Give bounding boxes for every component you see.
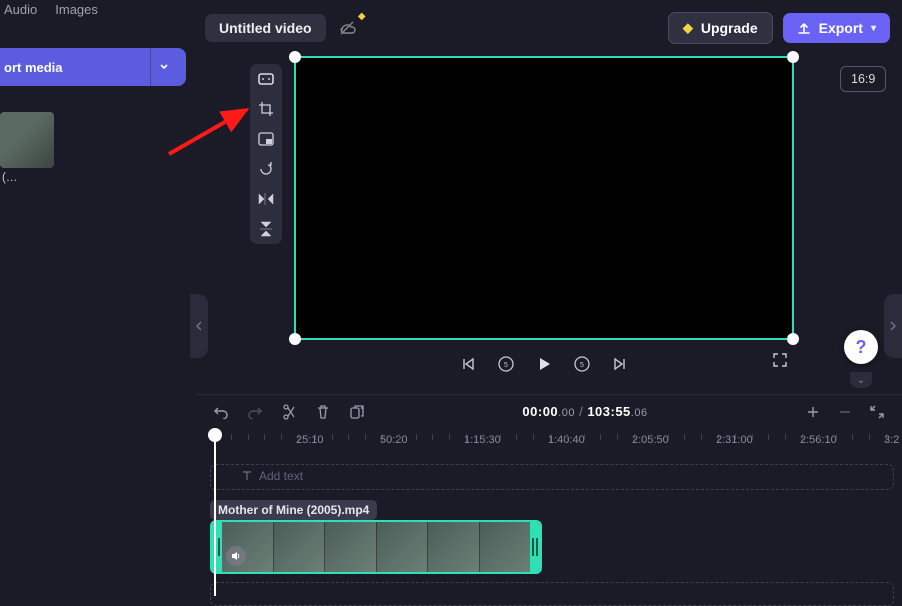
chevron-down-icon: ▾: [871, 23, 876, 34]
fit-icon[interactable]: [257, 70, 275, 88]
upgrade-label: Upgrade: [701, 20, 758, 36]
crop-icon[interactable]: [257, 100, 275, 118]
zoom-minus-icon[interactable]: [836, 403, 854, 421]
tab-audio[interactable]: Audio: [4, 2, 37, 30]
aspect-ratio-selector[interactable]: 16:9: [840, 66, 886, 92]
back-5s-icon[interactable]: 5: [496, 354, 516, 374]
clip-trim-right[interactable]: [530, 522, 540, 572]
fullscreen-icon[interactable]: [770, 350, 790, 370]
skip-start-icon[interactable]: [458, 354, 478, 374]
video-clip[interactable]: Mother of Mine (2005).mp4: [210, 500, 542, 576]
text-icon: [241, 470, 253, 482]
import-media-caret[interactable]: [150, 48, 176, 86]
clip-thumbnails: [222, 522, 530, 572]
skip-end-icon[interactable]: [610, 354, 630, 374]
collapse-right-panel[interactable]: [884, 294, 902, 358]
timeline-toolbar: 00:00.00 / 103:55.06: [196, 394, 902, 428]
export-button[interactable]: Export ▾: [783, 13, 890, 43]
upgrade-button[interactable]: ◆ Upgrade: [668, 12, 773, 44]
fit-timeline-icon[interactable]: [868, 403, 886, 421]
resize-handle-tr[interactable]: [787, 51, 799, 63]
media-panel-tabs: Audio Images: [0, 0, 190, 30]
ruler-label: 3:2: [884, 434, 899, 446]
tab-images[interactable]: Images: [55, 2, 98, 30]
gem-icon: ◆: [683, 20, 693, 36]
import-media-label: ort media: [0, 60, 150, 75]
timeline-tracks: Add text Mother of Mine (2005).mp4: [196, 456, 902, 596]
panel-expand-caret[interactable]: ⌄: [850, 372, 872, 388]
forward-5s-icon[interactable]: 5: [572, 354, 592, 374]
timeline-ruler[interactable]: 25:1050:201:15:301:40:402:05:502:31:002:…: [196, 428, 902, 450]
audio-track-slot[interactable]: [210, 582, 894, 606]
upload-icon: [797, 21, 811, 35]
resize-handle-tl[interactable]: [289, 51, 301, 63]
flip-horizontal-icon[interactable]: [257, 190, 275, 208]
sync-status-icon[interactable]: ◆: [336, 17, 358, 39]
clip-body[interactable]: [210, 520, 542, 574]
media-thumbnail[interactable]: [0, 112, 54, 168]
resize-handle-br[interactable]: [787, 333, 799, 345]
project-title[interactable]: Untitled video: [205, 14, 326, 42]
play-button[interactable]: [534, 354, 554, 374]
add-text-hint: Add text: [241, 469, 303, 483]
clip-audio-icon[interactable]: [226, 546, 246, 566]
svg-text:5: 5: [580, 362, 584, 369]
help-button[interactable]: ?: [844, 330, 878, 364]
import-media-button[interactable]: ort media: [0, 48, 186, 86]
undo-icon[interactable]: [212, 403, 230, 421]
premium-badge-icon: ◆: [358, 11, 366, 22]
delete-icon[interactable]: [314, 403, 332, 421]
playhead-line: [214, 436, 216, 596]
preview-canvas[interactable]: [294, 56, 794, 340]
flip-vertical-icon[interactable]: [257, 220, 275, 238]
media-name-label: (…: [2, 172, 190, 184]
media-panel: Audio Images ort media (…: [0, 0, 190, 390]
redo-icon[interactable]: [246, 403, 264, 421]
zoom-add-icon[interactable]: [804, 403, 822, 421]
duplicate-icon[interactable]: [348, 403, 366, 421]
ruler-label: 25:10: [296, 434, 324, 446]
clip-name-label: Mother of Mine (2005).mp4: [210, 500, 377, 520]
ruler-label: 50:20: [380, 434, 408, 446]
top-bar: Untitled video ◆ ◆ Upgrade Export ▾: [205, 0, 902, 48]
svg-text:5: 5: [504, 362, 508, 369]
collapse-left-panel[interactable]: [190, 294, 208, 358]
canvas-toolbar: [250, 64, 282, 244]
split-icon[interactable]: [280, 403, 298, 421]
preview-controls: 5 5: [294, 350, 794, 378]
timecode-display: 00:00.00 / 103:55.06: [382, 404, 788, 419]
text-track-slot[interactable]: Add text: [210, 464, 894, 490]
pip-icon[interactable]: [257, 130, 275, 148]
resize-handle-bl[interactable]: [289, 333, 301, 345]
export-label: Export: [819, 20, 863, 36]
rotate-icon[interactable]: [257, 160, 275, 178]
